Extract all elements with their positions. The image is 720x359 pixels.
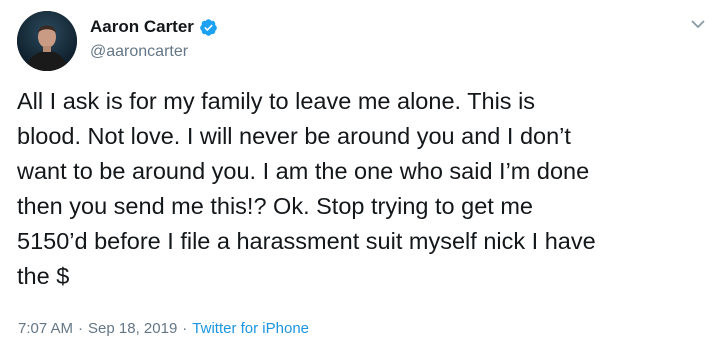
verified-badge-icon [199,18,218,37]
tweet-text: All I ask is for my family to leave me a… [17,84,717,294]
tweet-source-link[interactable]: Twitter for iPhone [192,320,309,337]
tweet-line: 5150’d before I file a harassment suit m… [17,228,596,254]
tweet-line: the $ [17,263,70,289]
chevron-down-icon[interactable] [690,16,706,32]
meta-separator: · [78,320,84,337]
tweet-metadata: 7:07 AM · Sep 18, 2019 · Twitter for iPhone [18,319,309,339]
tweet-time[interactable]: 7:07 AM [18,320,73,337]
tweet-line: then you send me this!? Ok. Stop trying … [17,193,533,219]
display-name[interactable]: Aaron Carter [90,16,194,38]
avatar-photo [17,11,77,71]
tweet-line: blood. Not love. I will never be around … [17,123,571,149]
tweet-date[interactable]: Sep 18, 2019 [88,320,177,337]
tweet-card: Aaron Carter @aaroncarter All I ask is f… [0,0,720,359]
meta-separator: · [182,320,188,337]
tweet-line: want to be around you. I am the one who … [17,158,590,184]
avatar[interactable] [17,11,77,71]
tweet-line: All I ask is for my family to leave me a… [17,88,536,114]
user-handle[interactable]: @aaroncarter [90,42,188,62]
author-row: Aaron Carter [90,16,218,38]
